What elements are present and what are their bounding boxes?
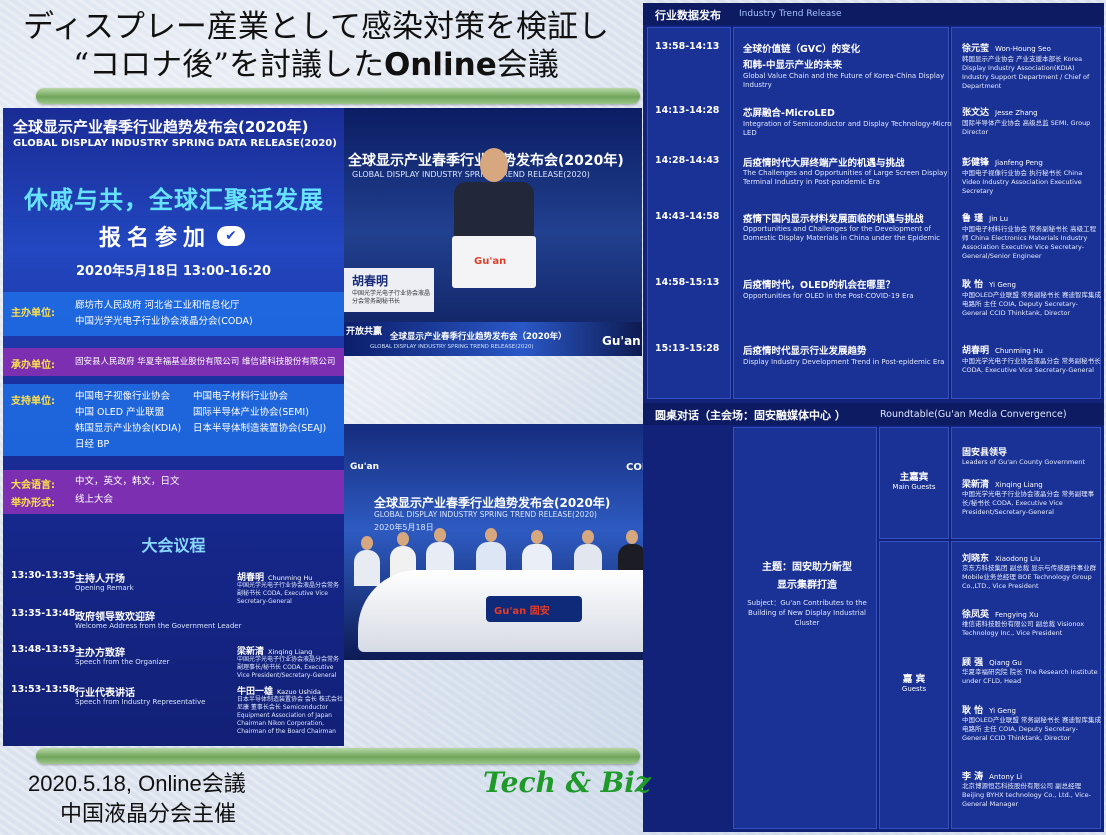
name-card: 胡春明 中国光学光电子行业协会液晶分会常务副秘书长	[344, 268, 434, 312]
top-divider-bar	[36, 88, 640, 104]
event-poster: 全球显示产业春季行业趋势发布会(2020年) GLOBAL DISPLAY IN…	[3, 108, 344, 746]
brand-logo: Tech & Biz	[483, 766, 651, 799]
podium-logo: Gu'an	[474, 256, 507, 267]
frame2-logo-left: Gu'an	[350, 462, 380, 472]
speaker-video-frame: 全球显示产业春季行业趋势发布会(2020年) GLOBAL DISPLAY IN…	[344, 108, 642, 356]
slide-title-line2: “コロナ後”を討議したOnline会議	[73, 47, 559, 83]
frame2-banner-en: GLOBAL DISPLAY INDUSTRY SPRING TREND REL…	[374, 510, 597, 519]
guests-label: 嘉 宾 Guests	[901, 674, 927, 693]
release-header: 行业数据发布 Industry Trend Release	[643, 3, 1104, 25]
ticker-bar: 开放共赢 全球显示产业春季行业趋势发布会（2020年） GLOBAL DISPL…	[344, 322, 642, 356]
agenda-title: 大会议程	[141, 536, 206, 555]
frame2-banner: 全球显示产业春季行业趋势发布会(2020年)	[374, 496, 611, 510]
agenda-item: 13:53-13:58 行业代表讲话 Speech from Industry …	[11, 684, 343, 735]
footer-host: 中国液晶分会主催	[60, 802, 237, 827]
poster-slogan: 休戚与共，全球汇聚话发展	[24, 186, 324, 214]
guan-logo: Gu'an	[602, 334, 641, 348]
bottom-divider-bar	[36, 748, 640, 764]
poster-date: 2020年5月18日 13:00-16:20	[75, 264, 271, 279]
roundtable-theme: 主题：固安助力新型 显示集群打造 Subject：Gu'an Contribut…	[747, 562, 867, 627]
roundtable-header: 圆桌对话（主会场：固安融媒体中心 ） Roundtable(Gu'an Medi…	[643, 403, 1104, 425]
support-row: 支持单位: 中国电子视像行业协会 中国电子材料行业协会 中国 OLED 产业联盟…	[3, 384, 344, 456]
guest: 刘晓东 Xiaodong Liu 京东方科技集团 副总裁 显示与传感器件事业群 M…	[962, 554, 1097, 590]
host-row: 主办单位: 廊坊市人民政府 河北省工业和信息化厅 中国光学光电子行业协会液晶分会…	[3, 292, 344, 336]
footer-date: 2020.5.18, Online会議	[28, 771, 246, 796]
main-guests-label: 主嘉宾 Main Guests	[892, 472, 936, 491]
check-icon: ✔	[217, 226, 245, 246]
podium: Gu'an	[452, 236, 536, 288]
poster-title: 全球显示产业春季行业趋势发布会(2020年)	[13, 118, 309, 136]
organizer-row: 承办单位: 固安县人民政府 华夏幸福基业股份有限公司 维信诺科技股份有限公司	[3, 348, 344, 376]
guest: 徐凤英 Fengying Xu 维信诺科技股份有限公司 副总裁 Visionox …	[962, 610, 1085, 637]
desk-screen: Gu'an 固安	[486, 596, 582, 622]
guest: 耿 怡 Yi Geng 中国OLED产业联盟 常务副秘书长 赛迪智库集成电路所 主…	[962, 706, 1101, 742]
register-label: 报名参加	[99, 226, 212, 251]
program-schedule: 行业数据发布 Industry Trend Release 13:58-14:1…	[643, 3, 1104, 832]
panelist	[354, 536, 380, 586]
poster-subtitle: GLOBAL DISPLAY INDUSTRY SPRING DATA RELE…	[13, 138, 337, 149]
agenda-item: 13:30-13:35 主持人开场 Opening Remark 胡春明 Chun…	[11, 570, 340, 605]
agenda-item: 13:48-13:53 主办方致辞 Speech from the Organi…	[11, 644, 340, 679]
guest: 顾 强 Qiang Gu 华夏幸福研究院 院长 The Research Inst…	[962, 658, 1098, 685]
slide-title-line1: ディスプレー産業として感染対策を検証し	[23, 9, 609, 45]
main-guest: 固安县领导 Leaders of Gu'an County Government	[962, 448, 1085, 466]
guest: 李 涛 Antony Li 北京博源恒芯科技股份有限公司 副总经理 Beijing…	[962, 772, 1091, 808]
language-format-row: 大会语言: 中文，英文，韩文，日文 举办形式: 线上大会	[3, 470, 344, 514]
main-guest: 梁新清 Xinqing Liang 中国光学光电子行业协会液晶分会 常务副理事长/…	[962, 480, 1095, 516]
slide-title: ディスプレー産業として感染対策を検証し “コロナ後”を討議したOnline会議	[10, 8, 622, 84]
